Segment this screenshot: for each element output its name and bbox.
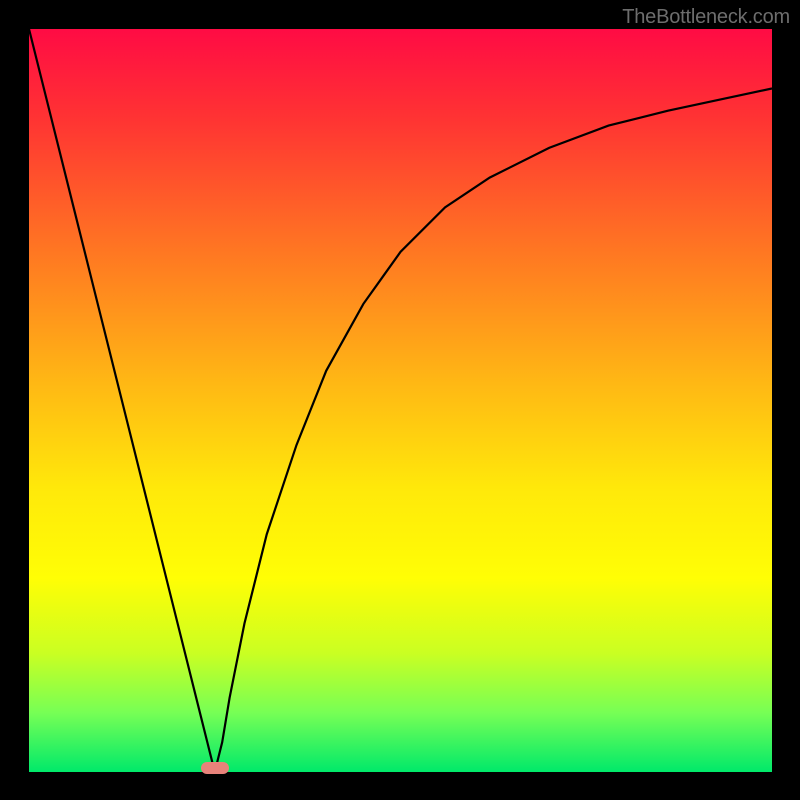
plot-area	[29, 29, 772, 772]
optimum-marker	[201, 762, 229, 774]
chart-container: TheBottleneck.com	[0, 0, 800, 800]
attribution-text: TheBottleneck.com	[622, 6, 790, 29]
bottleneck-curve	[29, 29, 772, 772]
